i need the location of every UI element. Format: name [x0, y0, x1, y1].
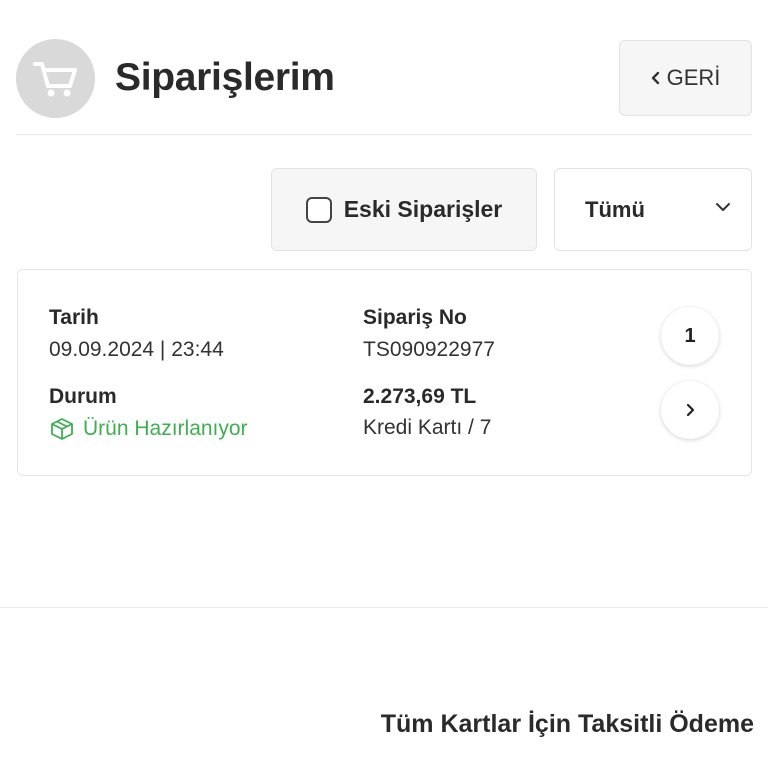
status-label: Durum	[49, 385, 117, 408]
order-details-button[interactable]	[661, 381, 719, 439]
date-label: Tarih	[49, 306, 99, 329]
page-header: Siparişlerim GERİ	[0, 0, 768, 135]
order-no-value: TS090922977	[363, 338, 495, 361]
back-button[interactable]: GERİ	[619, 40, 752, 116]
status-filter-select[interactable]: Tümü	[554, 168, 752, 251]
old-orders-label: Eski Siparişler	[343, 196, 503, 222]
cart-avatar	[16, 39, 95, 118]
status-value-text: Ürün Hazırlanıyor	[83, 417, 248, 440]
old-orders-checkbox[interactable]	[305, 196, 332, 223]
date-value: 09.09.2024 | 23:44	[49, 338, 224, 361]
chevron-left-icon	[651, 71, 659, 85]
order-no-label: Sipariş No	[363, 306, 467, 329]
order-card[interactable]: Tarih 09.09.2024 | 23:44 Sipariş No TS09…	[17, 269, 752, 476]
chevron-down-icon	[716, 203, 730, 211]
bottom-divider	[0, 607, 768, 608]
status-value: Ürün Hazırlanıyor	[49, 416, 248, 442]
header-divider	[16, 134, 752, 135]
order-amount: 2.273,69 TL	[363, 385, 477, 408]
payment-method: Kredi Kartı / 7	[363, 416, 492, 439]
box-icon	[51, 418, 73, 440]
status-filter-value: Tümü	[585, 197, 645, 222]
old-orders-toggle[interactable]: Eski Siparişler	[271, 168, 537, 251]
page-title: Siparişlerim	[115, 56, 335, 99]
item-count-badge[interactable]: 1	[661, 307, 719, 365]
shopping-cart-icon	[32, 61, 77, 96]
chevron-right-icon	[686, 403, 695, 417]
back-button-label: GERİ	[666, 65, 721, 90]
installment-banner-text: Tüm Kartlar İçin Taksitli Ödeme	[380, 710, 754, 738]
